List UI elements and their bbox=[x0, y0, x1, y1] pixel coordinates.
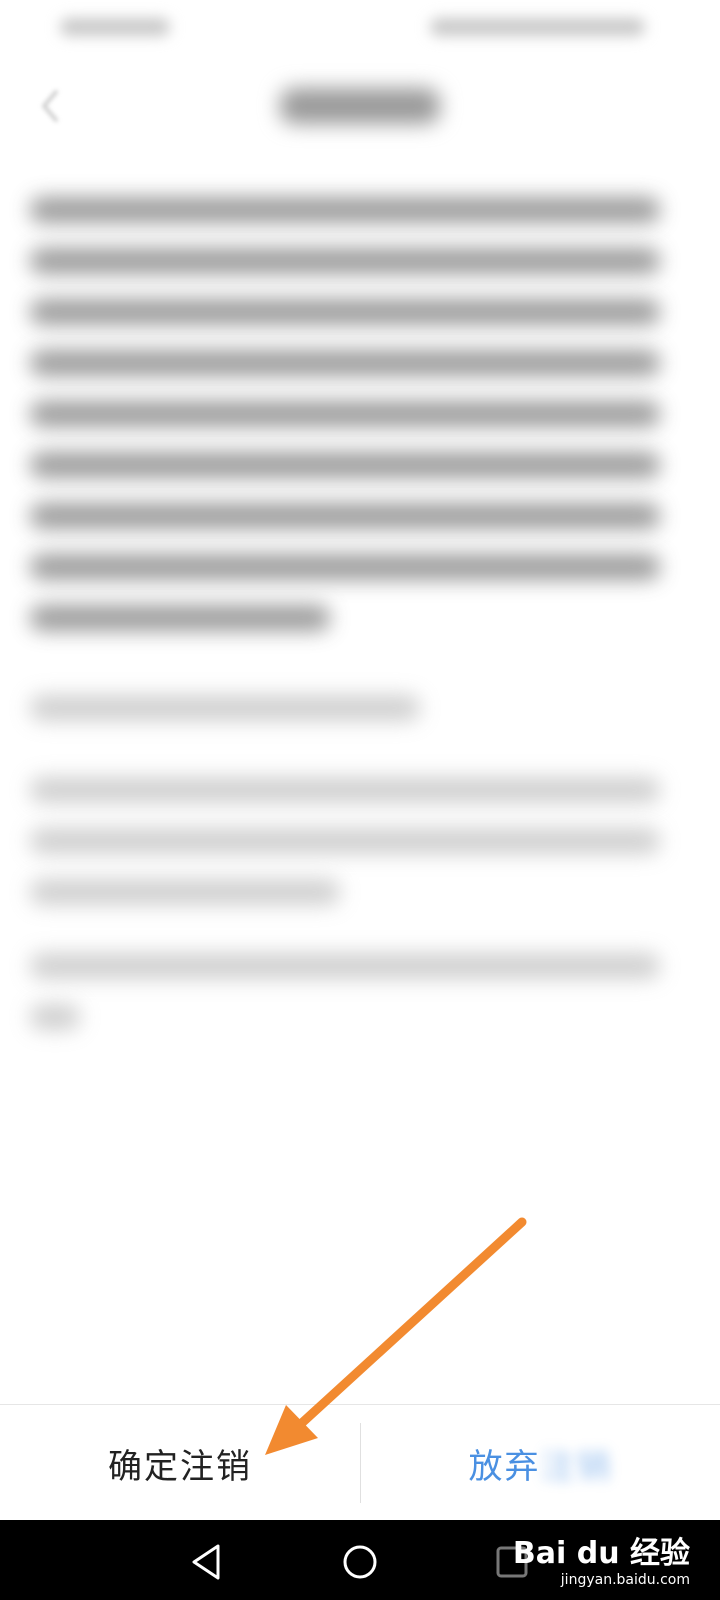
text-line bbox=[30, 554, 660, 580]
baidu-jingyan-watermark: Bai du 经验 jingyan.baidu.com bbox=[513, 1528, 690, 1588]
blurred-agreement-text bbox=[0, 175, 720, 1055]
cancel-deregister-button[interactable]: 放弃 注销 bbox=[361, 1405, 720, 1521]
status-right-blurred bbox=[430, 18, 645, 36]
confirm-deregister-label: 确定注销 bbox=[108, 1446, 252, 1487]
watermark-url: jingyan.baidu.com bbox=[560, 1572, 690, 1588]
nav-back-icon[interactable] bbox=[186, 1540, 230, 1584]
status-bar bbox=[0, 0, 720, 55]
text-line bbox=[30, 452, 660, 478]
bottom-action-bar: 确定注销 放弃 注销 bbox=[0, 1404, 720, 1521]
watermark-logo-text: Bai du 经验 bbox=[512, 1536, 690, 1571]
cancel-label: 放弃 bbox=[468, 1446, 541, 1487]
text-line bbox=[30, 1004, 80, 1030]
page-title-blurred bbox=[280, 88, 440, 124]
text-line bbox=[30, 777, 660, 803]
confirm-deregister-button[interactable]: 确定注销 bbox=[0, 1405, 360, 1521]
text-line bbox=[30, 197, 660, 223]
text-line bbox=[30, 248, 660, 274]
text-line bbox=[30, 503, 660, 529]
nav-home-icon[interactable] bbox=[338, 1540, 382, 1584]
text-line bbox=[30, 401, 660, 427]
text-line bbox=[30, 350, 660, 376]
text-line bbox=[30, 299, 660, 325]
text-line bbox=[30, 695, 420, 721]
text-line bbox=[30, 879, 340, 905]
cancel-label-faded: 注销 bbox=[540, 1446, 613, 1487]
back-icon[interactable] bbox=[36, 86, 64, 126]
text-line bbox=[30, 953, 660, 979]
text-line bbox=[30, 605, 330, 631]
status-left-blurred bbox=[60, 18, 170, 36]
text-line bbox=[30, 828, 660, 854]
